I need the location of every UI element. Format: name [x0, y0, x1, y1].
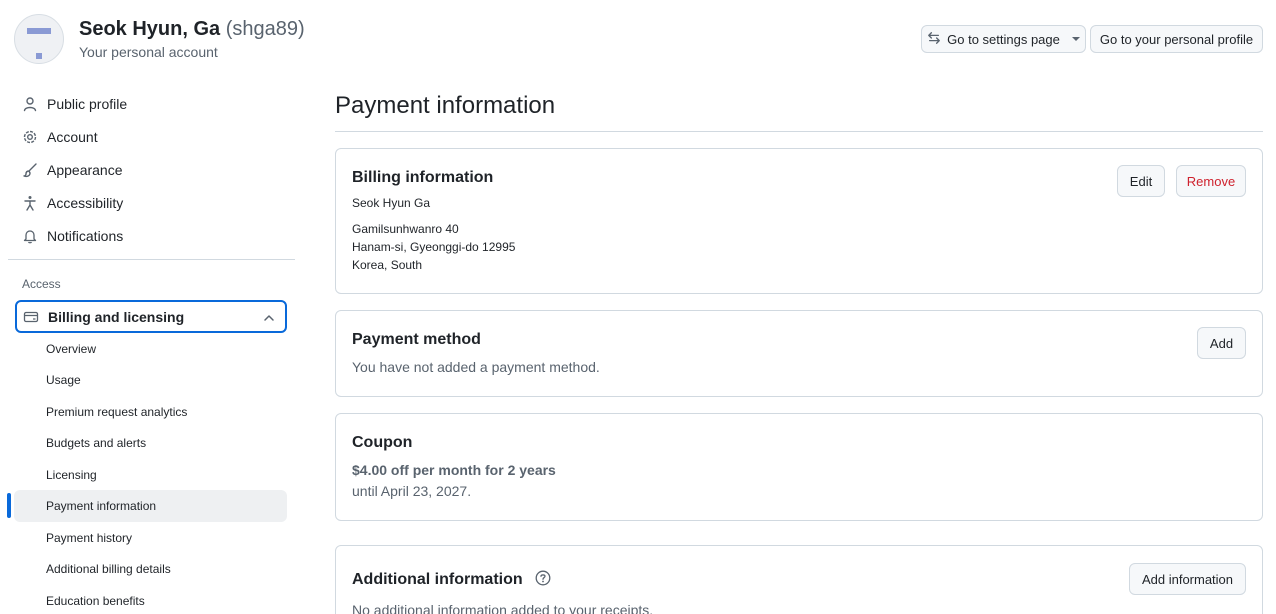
additional-text: No additional information added to your …: [352, 602, 654, 614]
question-icon[interactable]: [535, 570, 551, 586]
paintbrush-icon: [22, 162, 38, 178]
payment-method-box: Payment method You have not added a paym…: [335, 310, 1263, 397]
person-icon: [22, 96, 38, 112]
credit-card-icon: [23, 309, 39, 325]
coupon-box: Coupon $4.00 off per month for 2 years u…: [335, 413, 1263, 521]
billing-name: Seok Hyun Ga: [352, 196, 431, 210]
billing-address-line3: Korea, South: [352, 258, 423, 272]
sidebar-subitem-education-benefits[interactable]: Education benefits: [14, 585, 287, 614]
sidebar-subitem-budgets-and-alerts[interactable]: Budgets and alerts: [14, 427, 287, 459]
payment-method-heading: Payment method: [352, 331, 481, 348]
go-to-profile-button[interactable]: Go to your personal profile: [1090, 25, 1263, 53]
account-login: (shga89): [225, 18, 305, 40]
sidebar-item-label: Accessibility: [47, 195, 124, 211]
active-item-marker: [7, 493, 11, 518]
gear-icon: [22, 129, 38, 145]
sidebar-heading-access: Access: [22, 277, 61, 291]
title-divider: [335, 131, 1263, 132]
arrow-switch-icon: [927, 31, 941, 48]
remove-billing-button[interactable]: Remove: [1176, 165, 1246, 197]
sidebar-item-notifications[interactable]: Notifications: [14, 220, 286, 252]
sidebar-divider: [8, 259, 295, 260]
sidebar-subitem-payment-history[interactable]: Payment history: [14, 522, 287, 554]
additional-information-box: Additional information No additional inf…: [335, 545, 1263, 614]
account-name: Seok Hyun, Ga (shga89): [79, 18, 305, 41]
sidebar-item-label: Notifications: [47, 228, 124, 244]
accessibility-icon: [22, 195, 38, 211]
billing-heading: Billing information: [352, 169, 494, 186]
add-payment-method-button[interactable]: Add: [1197, 327, 1246, 359]
sidebar-item-label: Appearance: [47, 162, 123, 178]
sidebar-subitem-usage[interactable]: Usage: [14, 364, 287, 396]
sidebar-item-label: Account: [47, 129, 98, 145]
sidebar-group-label: Billing and licensing: [48, 308, 185, 325]
edit-billing-button[interactable]: Edit: [1117, 165, 1165, 197]
sidebar-item-public-profile[interactable]: Public profile: [14, 88, 286, 120]
caret-down-icon: [1071, 37, 1080, 41]
additional-heading-text: Additional information: [352, 571, 523, 588]
page-title: Payment information: [335, 92, 556, 119]
coupon-until: until April 23, 2027.: [352, 483, 472, 499]
coupon-heading: Coupon: [352, 434, 413, 451]
additional-heading: Additional information: [352, 570, 551, 589]
sidebar-group-billing[interactable]: Billing and licensing: [15, 300, 287, 333]
sidebar-item-accessibility[interactable]: Accessibility: [14, 187, 286, 219]
sidebar-item-label: Public profile: [47, 96, 128, 112]
add-information-button[interactable]: Add information: [1129, 563, 1246, 595]
go-to-settings-button[interactable]: Go to settings page: [921, 25, 1086, 53]
billing-address-line2: Hanam-si, Gyeonggi-do 12995: [352, 240, 516, 254]
chevron-up-icon: [263, 311, 275, 327]
coupon-offer: $4.00 off per month for 2 years: [352, 462, 556, 478]
sidebar-item-account[interactable]: Account: [14, 121, 286, 153]
sidebar-subitem-overview[interactable]: Overview: [14, 333, 287, 365]
avatar: [14, 14, 64, 64]
payment-method-text: You have not added a payment method.: [352, 359, 600, 375]
account-subtitle: Your personal account: [79, 44, 218, 60]
billing-address-line1: Gamilsunhwanro 40: [352, 222, 459, 236]
billing-information-box: Billing information Seok Hyun Ga Gamilsu…: [335, 148, 1263, 294]
go-to-settings-label: Go to settings page: [947, 31, 1060, 47]
sidebar-subitem-licensing[interactable]: Licensing: [14, 459, 287, 491]
sidebar-subitem-additional-billing-details[interactable]: Additional billing details: [14, 553, 287, 585]
account-display-name: Seok Hyun, Ga: [79, 18, 221, 40]
sidebar-subitem-payment-information[interactable]: Payment information: [14, 490, 287, 522]
sidebar-subitem-premium-request-analytics[interactable]: Premium request analytics: [14, 396, 287, 428]
bell-icon: [22, 228, 38, 244]
sidebar-item-appearance[interactable]: Appearance: [14, 154, 286, 186]
